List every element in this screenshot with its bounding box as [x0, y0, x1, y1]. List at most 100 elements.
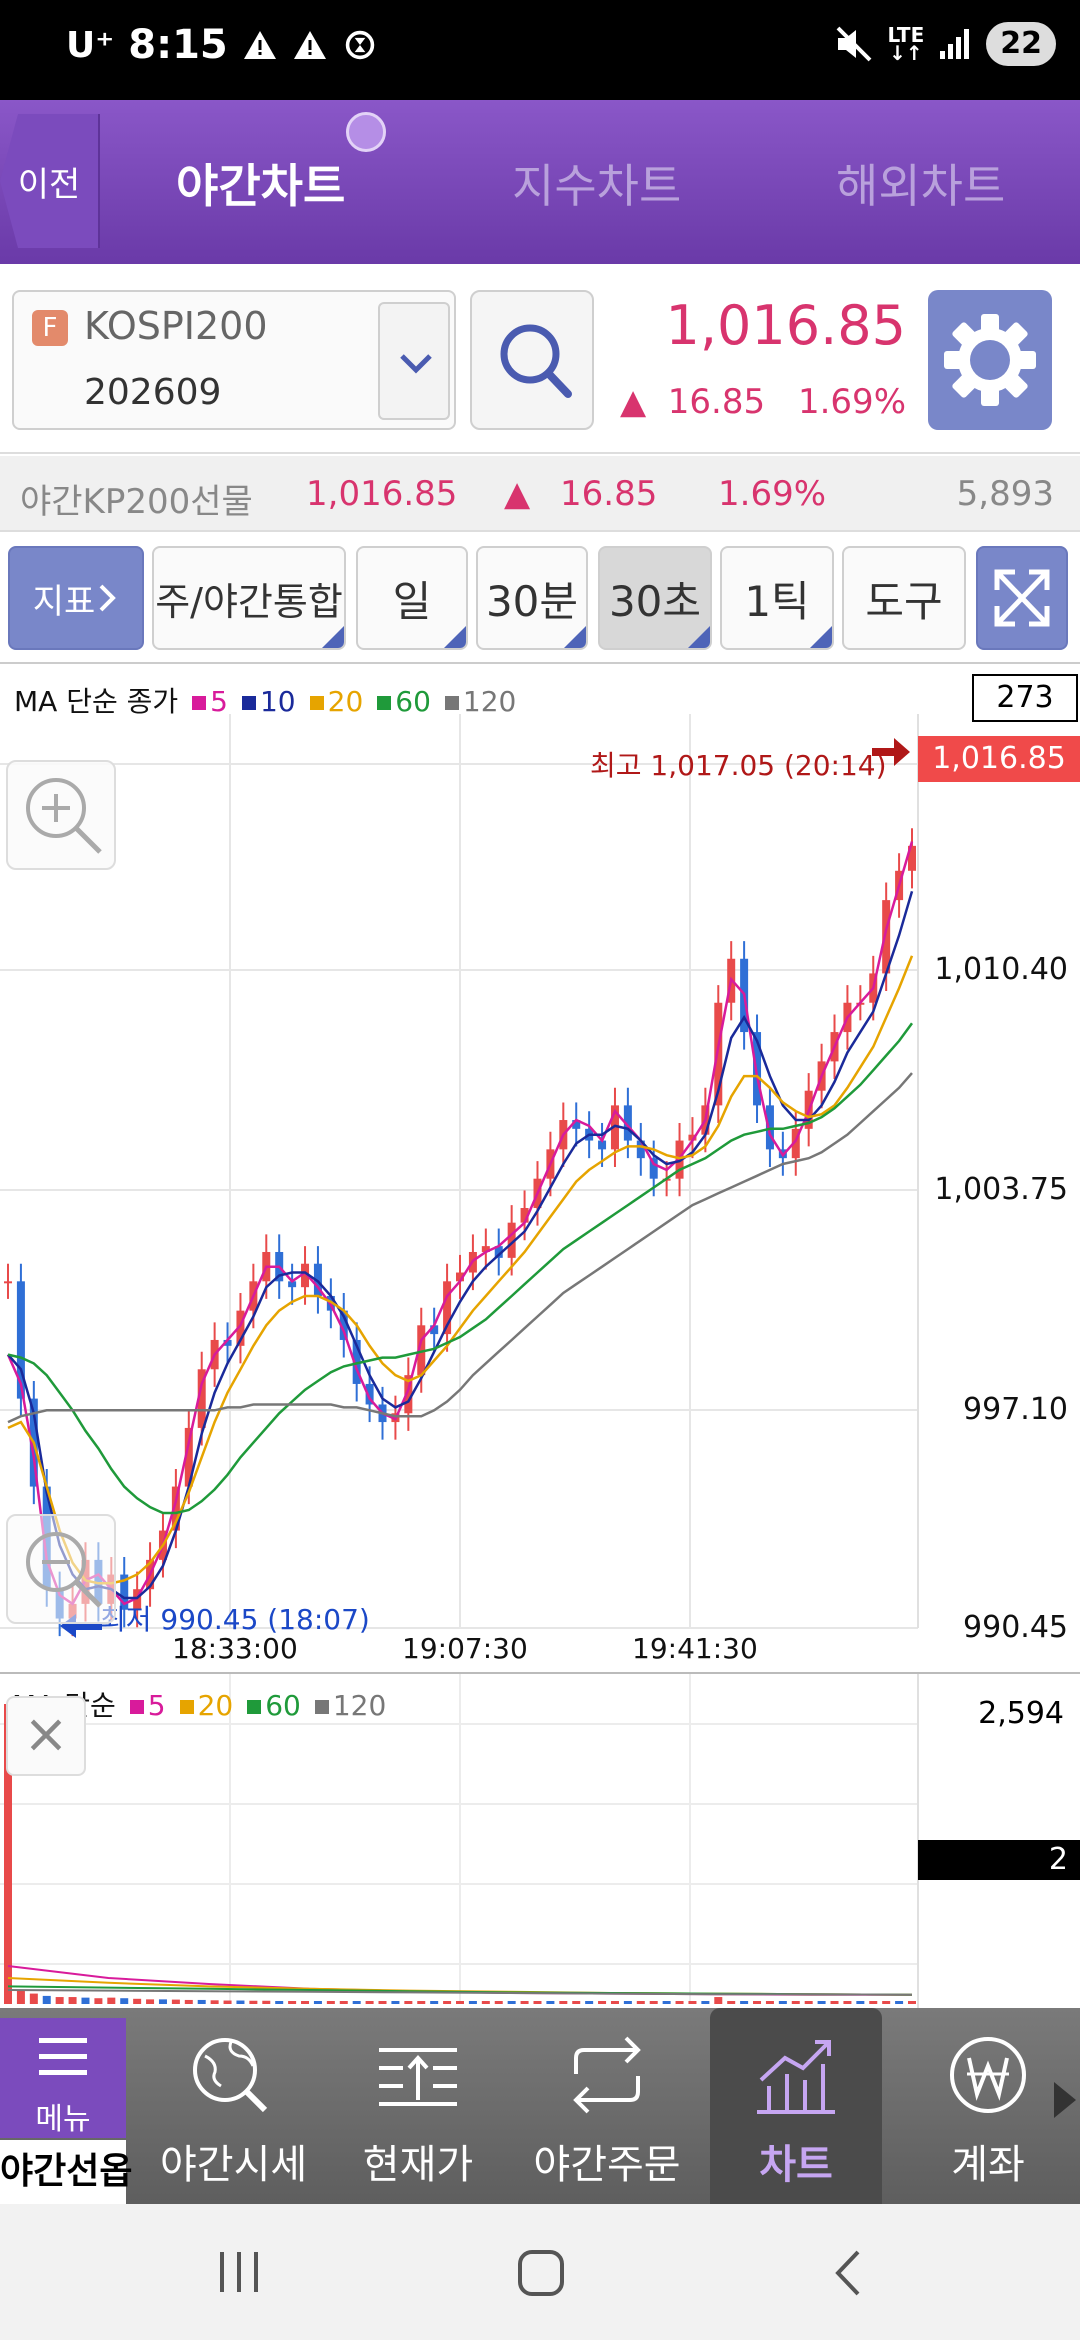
volume-bar: [649, 2001, 658, 2004]
indicator-label: 지표: [32, 581, 96, 622]
current-price: 1,016.85: [665, 294, 906, 357]
symbol-name: KOSPI200: [84, 304, 268, 348]
volume-bar: [895, 2001, 904, 2004]
legend-item-label: 20: [197, 1689, 234, 1722]
bottom-navigation: 메뉴 야간선옵 야간시세 현재가 야간주문 차트 계좌: [0, 2008, 1080, 2204]
status-left: U⁺ 8:15: [66, 22, 378, 68]
nav-current-price[interactable]: 현재가: [348, 2008, 488, 2204]
day-night-combined-button[interactable]: 주/야간통합: [152, 546, 346, 650]
won-coin-icon: [950, 2037, 1026, 2113]
volume-bar: [791, 2001, 800, 2004]
volume-bar: [365, 2001, 374, 2004]
volume-bar: [623, 2001, 632, 2004]
close-icon[interactable]: ×: [6, 1696, 86, 1776]
volume-bar: [830, 2001, 839, 2004]
volume-bar: [146, 1999, 155, 2004]
price-chart[interactable]: MA 단순 종가 5 10 20 60 120 273 1,016.85 최고 1,017…: [0, 664, 1080, 1670]
volume-bar: [869, 2001, 878, 2004]
clock: 8:15: [128, 22, 228, 68]
zoom-out-icon: [26, 1532, 102, 1608]
legend-swatch: [192, 696, 207, 710]
sec30-label: 30초: [608, 576, 702, 626]
volume-bar: [585, 2001, 594, 2004]
nav-label: 야간주문: [533, 2142, 681, 2188]
volume-bar: [843, 2001, 852, 2004]
zoom-out-button[interactable]: [6, 1514, 116, 1624]
nav-menu[interactable]: 메뉴 야간선옵: [0, 2008, 132, 2204]
volume-bar: [404, 2001, 413, 2004]
price-change: ▲ 16.85: [620, 382, 765, 422]
volume-tag: 2: [918, 1840, 1080, 1880]
carrier-label: U⁺: [66, 24, 115, 66]
symbol-dropdown-button[interactable]: [378, 302, 450, 420]
search-button[interactable]: [470, 290, 594, 430]
drawing-tools-button[interactable]: 도구: [842, 546, 966, 650]
up-arrow-icon: ▲: [504, 474, 531, 514]
y-tick-label: 997.10: [963, 1392, 1068, 1427]
nav-night-order[interactable]: 야간주문: [532, 2008, 682, 2204]
x-tick-label: 19:07:30: [402, 1632, 528, 1665]
corner-indicator: [810, 626, 832, 648]
volume-bar: [740, 2001, 749, 2004]
tick1-label: 1틱: [744, 576, 810, 626]
volume-bar: [456, 2001, 464, 2004]
y-tick-label: 1,010.40: [934, 952, 1068, 987]
volume-bar: [908, 2001, 916, 2004]
ticker-change-percent: 1.69%: [718, 474, 827, 514]
period-30sec-button[interactable]: 30초: [598, 546, 712, 650]
network-label: LTE: [887, 23, 925, 47]
volume-bar: [378, 2001, 387, 2004]
back-button[interactable]: 이전: [0, 114, 100, 248]
nav-chart[interactable]: 차트: [710, 2008, 882, 2204]
tab-index-chart[interactable]: 지수차트: [512, 150, 681, 216]
candle: [4, 1281, 12, 1284]
period-1tick-button[interactable]: 1틱: [720, 546, 834, 650]
back-icon[interactable]: [828, 2248, 868, 2298]
corner-indicator: [322, 626, 344, 648]
corner-indicator: [444, 626, 466, 648]
legend-swatch: [444, 696, 459, 710]
app-screen: U⁺ 8:15 LTE ↓↑ 22 이전 야간차트 지수차트 해외차트 F KOS…: [0, 0, 1080, 2340]
volume-bar: [778, 2001, 787, 2004]
nav-label: 차트: [759, 2142, 833, 2188]
nav-night-quotes[interactable]: 야간시세: [160, 2008, 307, 2204]
zoom-in-button[interactable]: [6, 760, 116, 870]
symbol-selector[interactable]: F KOSPI200 202609: [12, 290, 456, 430]
volume-bar: [856, 2001, 865, 2004]
tab-foreign-chart[interactable]: 해외차트: [836, 150, 1005, 216]
legend-swatch: [247, 1700, 262, 1714]
volume-bar: [249, 2000, 258, 2004]
volume-bar: [507, 2001, 516, 2004]
volume-bar: [520, 2001, 529, 2004]
period-30min-button[interactable]: 30분: [476, 546, 588, 650]
period-day-button[interactable]: 일: [356, 546, 468, 650]
warning-icon: [293, 31, 326, 59]
chevron-right-icon: [99, 584, 117, 612]
volume-bar: [68, 1997, 77, 2004]
status-bar: U⁺ 8:15 LTE ↓↑ 22: [0, 0, 1080, 100]
signal-icon: [940, 29, 970, 59]
chart-toolbar: 지표 주/야간통합 일 30분 30초 1틱 도구: [0, 534, 1080, 664]
corner-indicator: [688, 626, 710, 648]
recent-apps-icon[interactable]: [214, 2248, 264, 2296]
nav-account[interactable]: 계좌: [918, 2008, 1058, 2204]
indicator-button[interactable]: 지표: [8, 546, 144, 650]
fullscreen-button[interactable]: [976, 546, 1068, 650]
volume-chart[interactable]: MA 단순52060120 × 2,594 2: [0, 1672, 1080, 2008]
nav-label: 계좌: [951, 2142, 1025, 2188]
volume-bar: [430, 2001, 439, 2004]
symbol-code: 202609: [84, 372, 222, 413]
tab-night-chart[interactable]: 야간차트: [176, 150, 345, 216]
volume-bar: [417, 2001, 426, 2004]
globe-search-icon: [193, 2038, 268, 2113]
nav-more-arrow-icon[interactable]: [1054, 2082, 1076, 2118]
change-percent: 1.69%: [797, 382, 906, 422]
settings-button[interactable]: [928, 290, 1052, 430]
nav-label: 야간선옵: [0, 2140, 132, 2204]
menu-button[interactable]: 메뉴: [0, 2018, 126, 2138]
chevron-down-icon: [400, 354, 432, 374]
y-tick-label: 1,003.75: [934, 1172, 1068, 1207]
home-icon[interactable]: [516, 2248, 566, 2298]
ticker-volume: 5,893: [956, 474, 1054, 514]
volume-bar: [236, 2000, 245, 2004]
